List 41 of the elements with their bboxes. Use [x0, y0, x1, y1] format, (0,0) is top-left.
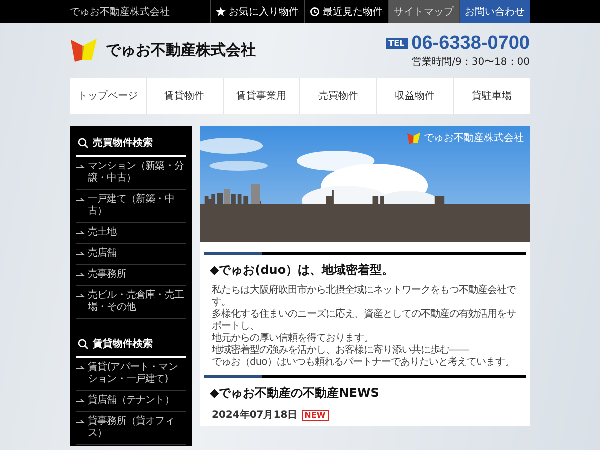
intro-text-line: でゅお（duo）はいつも頼れるパートナーでありたいと考えています。 [212, 357, 516, 369]
sidebar-link[interactable]: 売事務所 [76, 265, 186, 286]
sidebar-link[interactable]: 売店舗 [76, 244, 186, 265]
business-hours: 営業時間/9：30〜18：00 [412, 56, 530, 68]
search-icon [78, 339, 88, 349]
sidebar-link[interactable]: 賃貸(アパート・マンション・一戸建て) [76, 358, 186, 391]
sidebar-link[interactable]: 貸事務所（貸オフィス） [76, 412, 186, 445]
section-heading: ◆でゅお不動産の不動産NEWS [210, 385, 380, 402]
banner-logo-text: でゅお不動産株式会社 [424, 132, 524, 145]
intro-text-line: 多様化する住まいのニーズに応え、資産としての不動産の有効活用をサポートし、 [212, 309, 517, 332]
nav-link[interactable]: 売買物件 [299, 78, 376, 114]
intro-text-line: 私たちは大阪府吹田市から北摂全域にネットワークをもつ不動産会社です。 [212, 285, 518, 308]
nav-link[interactable]: 賃貸物件 [146, 78, 223, 114]
star-icon [216, 6, 226, 16]
clock-icon [310, 6, 320, 16]
nav-link[interactable]: 賃貸事業用 [222, 78, 300, 114]
top-link[interactable]: お気に入り物件 [210, 0, 304, 23]
sidebar-link[interactable]: 売土地 [76, 223, 186, 244]
nav-link[interactable]: 貸駐車場 [453, 78, 530, 114]
section-heading: ◆でゅお(duo）は、地域密着型。 [210, 262, 396, 279]
news-date: 2024年07月18日 [212, 408, 298, 422]
nav-link[interactable]: 収益物件 [376, 78, 454, 114]
phone-number: 06-6338-0700 [412, 32, 530, 54]
intro-text-line: 地域密着型の強みを活かし、お客様に寄り添い共に歩む―― [212, 345, 470, 356]
butterfly-logo-icon [70, 38, 98, 63]
new-badge: NEW [302, 410, 329, 420]
sidebar-link[interactable]: 売ビル・売倉庫・売工場・その他 [76, 286, 186, 319]
top-link[interactable]: お問い合わせ [459, 0, 530, 23]
sidebar-link[interactable]: 一戸建て（新築・中古） [76, 190, 186, 223]
top-link[interactable]: サイトマップ [388, 0, 459, 23]
sidebar-link[interactable]: 貸店舗（テナント） [76, 391, 186, 412]
section-title: 賃貸物件検索 [93, 337, 153, 351]
sidebar-link[interactable]: マンション（新築・分譲・中古） [76, 157, 186, 190]
site-name: でゅお不動産株式会社 [70, 6, 170, 18]
section-title: 売買物件検索 [93, 136, 153, 150]
butterfly-logo-icon [407, 132, 421, 144]
nav-link[interactable]: トップページ [70, 78, 146, 114]
search-icon [78, 138, 88, 148]
company-name: でゅお不動産株式会社 [106, 41, 256, 60]
intro-text-line: 地元からの厚い信頼を得ております。 [212, 333, 374, 344]
tel-badge: TEL [386, 38, 408, 49]
